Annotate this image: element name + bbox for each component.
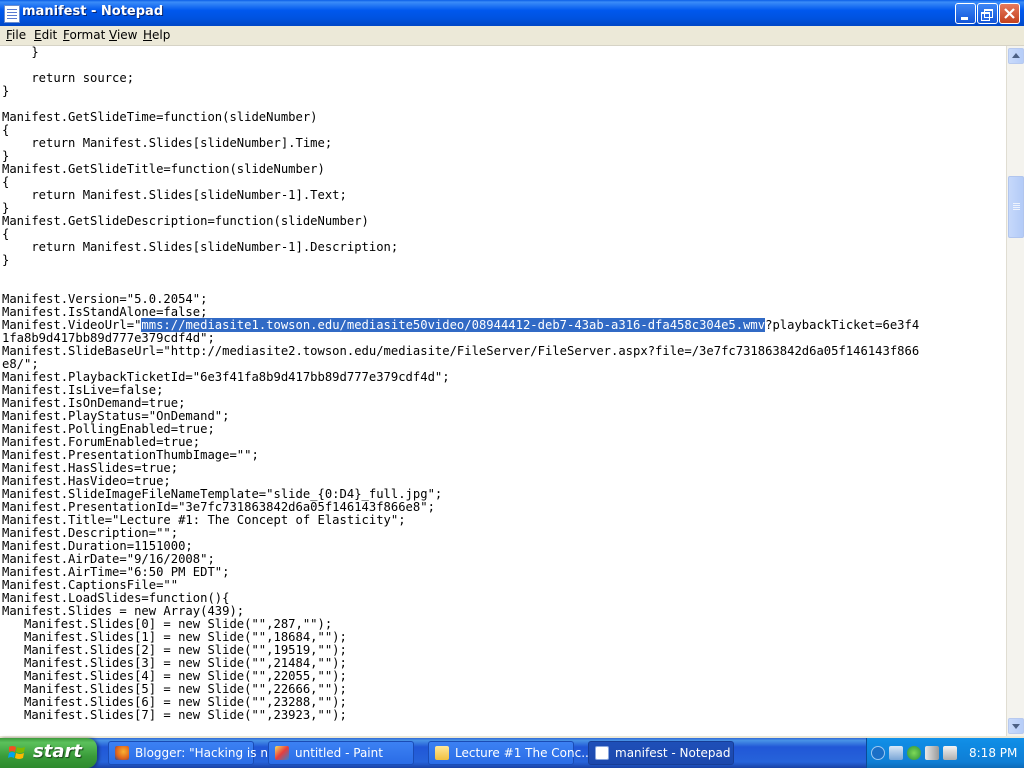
- window-title: manifest - Notepad: [22, 4, 164, 19]
- windows-logo-icon: [8, 746, 25, 759]
- network-icon[interactable]: [889, 746, 903, 760]
- tray-app-icon[interactable]: [943, 746, 957, 760]
- taskbar-item-paint[interactable]: untitled - Paint: [268, 741, 414, 765]
- menu-file[interactable]: File: [6, 28, 26, 42]
- taskbar-item-blogger[interactable]: Blogger: "Hacking is n...: [108, 741, 279, 765]
- title-bar[interactable]: manifest - Notepad: [0, 0, 1024, 26]
- notepad-icon[interactable]: [4, 5, 20, 23]
- system-tray: 8:18 PM: [866, 738, 1024, 768]
- menu-help[interactable]: Help: [143, 28, 170, 42]
- paint-icon: [275, 746, 289, 760]
- menu-view[interactable]: View: [109, 28, 137, 42]
- show-hidden-icons-button[interactable]: [871, 746, 885, 760]
- text-before-selection: } return source; } Manifest.GetSlideTime…: [2, 46, 399, 332]
- menu-edit[interactable]: Edit: [34, 28, 57, 42]
- text-editor[interactable]: } return source; } Manifest.GetSlideTime…: [0, 46, 1006, 736]
- scroll-down-button[interactable]: [1008, 718, 1024, 734]
- start-label: start: [33, 741, 82, 762]
- close-icon: [1004, 8, 1015, 19]
- start-button[interactable]: start: [0, 738, 97, 768]
- notepad-icon: [595, 746, 609, 760]
- vertical-scrollbar[interactable]: [1006, 46, 1024, 736]
- network-globe-icon[interactable]: [907, 746, 921, 760]
- selected-text[interactable]: mms://mediasite1.towson.edu/mediasite50v…: [141, 318, 766, 332]
- scroll-thumb[interactable]: [1008, 176, 1024, 238]
- maximize-button[interactable]: [977, 3, 998, 24]
- clock: 8:18 PM: [969, 746, 1018, 760]
- minimize-button[interactable]: [955, 3, 976, 24]
- taskbar-item-notepad[interactable]: manifest - Notepad: [588, 741, 734, 765]
- menu-format[interactable]: Format: [63, 28, 105, 42]
- text-after-selection: ?playbackTicket=6e3f4 1fa8b9d417bb89d777…: [2, 318, 920, 722]
- firefox-icon: [115, 746, 129, 760]
- taskbar: start Blogger: "Hacking is n... untitled…: [0, 738, 1024, 768]
- menu-bar: File Edit Format View Help: [0, 26, 1024, 46]
- scroll-up-button[interactable]: [1008, 48, 1024, 64]
- folder-icon: [435, 746, 449, 760]
- taskbar-item-folder[interactable]: Lecture #1 The Conc...: [428, 741, 593, 765]
- volume-icon[interactable]: [925, 746, 939, 760]
- close-button[interactable]: [999, 3, 1020, 24]
- document-text[interactable]: } return source; } Manifest.GetSlideTime…: [0, 46, 1006, 722]
